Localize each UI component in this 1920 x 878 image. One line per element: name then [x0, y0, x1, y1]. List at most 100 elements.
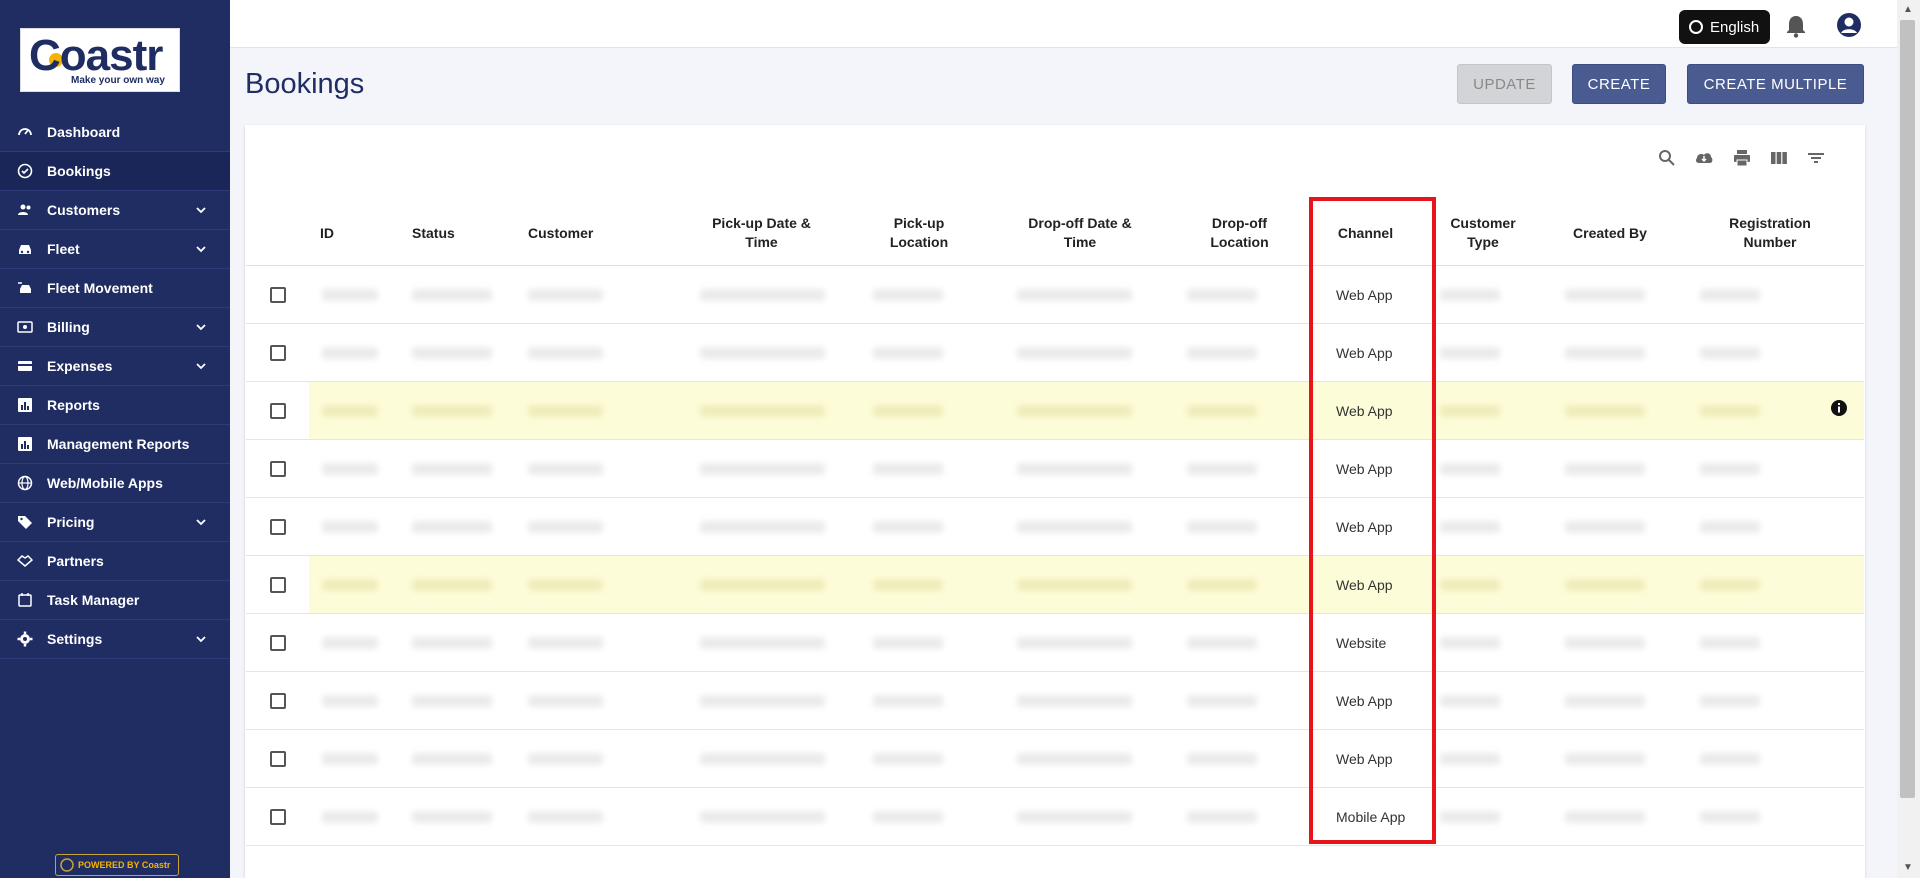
column-header-pickup-datetime[interactable]: Pick-up Date & Time	[700, 202, 823, 264]
row-select-checkbox[interactable]	[270, 693, 286, 709]
sidebar-item-bookings[interactable]: Bookings	[0, 152, 230, 191]
update-button[interactable]: UPDATE	[1457, 64, 1552, 104]
info-icon[interactable]	[1830, 399, 1848, 417]
sidebar-item-partners[interactable]: Partners	[0, 542, 230, 581]
coastr-mark-icon	[60, 858, 74, 872]
chevron-down-icon[interactable]	[194, 632, 208, 646]
sidebar-item-expenses[interactable]: Expenses	[0, 347, 230, 386]
row-select-checkbox[interactable]	[270, 287, 286, 303]
row-select-checkbox[interactable]	[270, 461, 286, 477]
create-button[interactable]: CREATE	[1572, 64, 1666, 104]
brand-logo[interactable]: Coastr Make your own way	[20, 28, 180, 92]
column-header-id[interactable]: ID	[320, 202, 380, 264]
redacted-cell	[1017, 753, 1132, 765]
sidebar-item-web-mobile-apps[interactable]: Web/Mobile Apps	[0, 464, 230, 503]
channel-column-highlight	[1309, 197, 1436, 844]
column-header-dropoff-datetime[interactable]: Drop-off Date & Time	[1017, 202, 1143, 264]
redacted-cell	[700, 753, 825, 765]
redacted-cell	[322, 579, 378, 591]
user-account-icon[interactable]	[1836, 12, 1862, 38]
redacted-cell	[700, 695, 825, 707]
print-icon[interactable]	[1732, 148, 1752, 168]
sidebar-item-fleet[interactable]: Fleet	[0, 230, 230, 269]
redacted-cell	[1440, 811, 1500, 823]
redacted-cell	[528, 637, 603, 649]
row-select-checkbox[interactable]	[270, 751, 286, 767]
row-select-checkbox[interactable]	[270, 345, 286, 361]
sidebar-item-settings[interactable]: Settings	[0, 620, 230, 659]
redacted-cell	[322, 753, 378, 765]
sidebar-item-management-reports[interactable]: Management Reports	[0, 425, 230, 464]
sidebar-item-fleet-movement[interactable]: Fleet Movement	[0, 269, 230, 308]
redacted-cell	[1440, 637, 1500, 649]
redacted-cell	[1187, 405, 1257, 417]
row-select-checkbox[interactable]	[270, 403, 286, 419]
redacted-cell	[1017, 695, 1132, 707]
tag-icon	[17, 514, 33, 530]
redacted-cell	[322, 811, 378, 823]
sidebar-item-dashboard[interactable]: Dashboard	[0, 113, 230, 152]
column-header-registration-number[interactable]: Registration Number	[1718, 202, 1822, 264]
sidebar-item-label: Customers	[47, 202, 121, 218]
chevron-down-icon[interactable]	[194, 515, 208, 529]
column-header-created-by[interactable]: Created By	[1560, 202, 1660, 264]
redacted-cell	[1017, 521, 1132, 533]
language-button[interactable]: English	[1679, 10, 1770, 44]
cloud-download-icon[interactable]	[1694, 148, 1714, 168]
redacted-cell	[873, 695, 943, 707]
redacted-cell	[1700, 579, 1760, 591]
scroll-up-arrow-icon[interactable]: ▲	[1903, 4, 1913, 15]
column-header-customer-type[interactable]: Customer Type	[1437, 202, 1529, 264]
redacted-cell	[528, 289, 603, 301]
scrollbar-thumb[interactable]	[1900, 20, 1915, 798]
search-icon[interactable]	[1657, 148, 1677, 168]
row-select-checkbox[interactable]	[270, 519, 286, 535]
redacted-cell	[412, 753, 492, 765]
view-columns-icon[interactable]	[1769, 148, 1789, 168]
sidebar-item-reports[interactable]: Reports	[0, 386, 230, 425]
globe-icon	[17, 475, 33, 491]
redacted-cell	[528, 811, 603, 823]
redacted-cell	[1017, 289, 1132, 301]
redacted-cell	[873, 289, 943, 301]
redacted-cell	[1017, 463, 1132, 475]
redacted-cell	[1187, 347, 1257, 359]
chevron-down-icon[interactable]	[194, 359, 208, 373]
notification-bell-icon[interactable]	[1785, 14, 1807, 38]
sidebar-item-label: Billing	[47, 319, 90, 335]
chevron-down-icon[interactable]	[194, 242, 208, 256]
calendar-icon	[17, 592, 33, 608]
redacted-cell	[322, 637, 378, 649]
redacted-cell	[528, 405, 603, 417]
sidebar-item-task-manager[interactable]: Task Manager	[0, 581, 230, 620]
gauge-icon	[17, 124, 33, 140]
redacted-cell	[1565, 521, 1645, 533]
redacted-cell	[1565, 811, 1645, 823]
filter-list-icon[interactable]	[1806, 148, 1826, 168]
scroll-down-arrow-icon[interactable]: ▼	[1903, 862, 1913, 873]
redacted-cell	[1440, 405, 1500, 417]
column-header-status[interactable]: Status	[412, 202, 502, 264]
chevron-down-icon[interactable]	[194, 203, 208, 217]
row-select-checkbox[interactable]	[270, 809, 286, 825]
sidebar-item-label: Web/Mobile Apps	[47, 475, 163, 491]
row-select-checkbox[interactable]	[270, 635, 286, 651]
column-header-pickup-location[interactable]: Pick-up Location	[873, 202, 965, 264]
redacted-cell	[412, 811, 492, 823]
column-header-customer[interactable]: Customer	[528, 202, 648, 264]
create-multiple-button[interactable]: CREATE MULTIPLE	[1687, 64, 1864, 104]
sidebar-item-customers[interactable]: Customers	[0, 191, 230, 230]
redacted-cell	[700, 521, 825, 533]
sidebar-item-pricing[interactable]: Pricing	[0, 503, 230, 542]
row-select-checkbox[interactable]	[270, 577, 286, 593]
sidebar-item-label: Bookings	[47, 163, 111, 179]
redacted-cell	[1565, 289, 1645, 301]
chevron-down-icon[interactable]	[194, 320, 208, 334]
column-header-dropoff-location[interactable]: Drop-off Location	[1187, 202, 1292, 264]
card-icon	[17, 358, 33, 374]
redacted-cell	[322, 347, 378, 359]
redacted-cell	[700, 289, 825, 301]
sidebar-item-billing[interactable]: Billing	[0, 308, 230, 347]
redacted-cell	[1700, 811, 1760, 823]
redacted-cell	[873, 405, 943, 417]
